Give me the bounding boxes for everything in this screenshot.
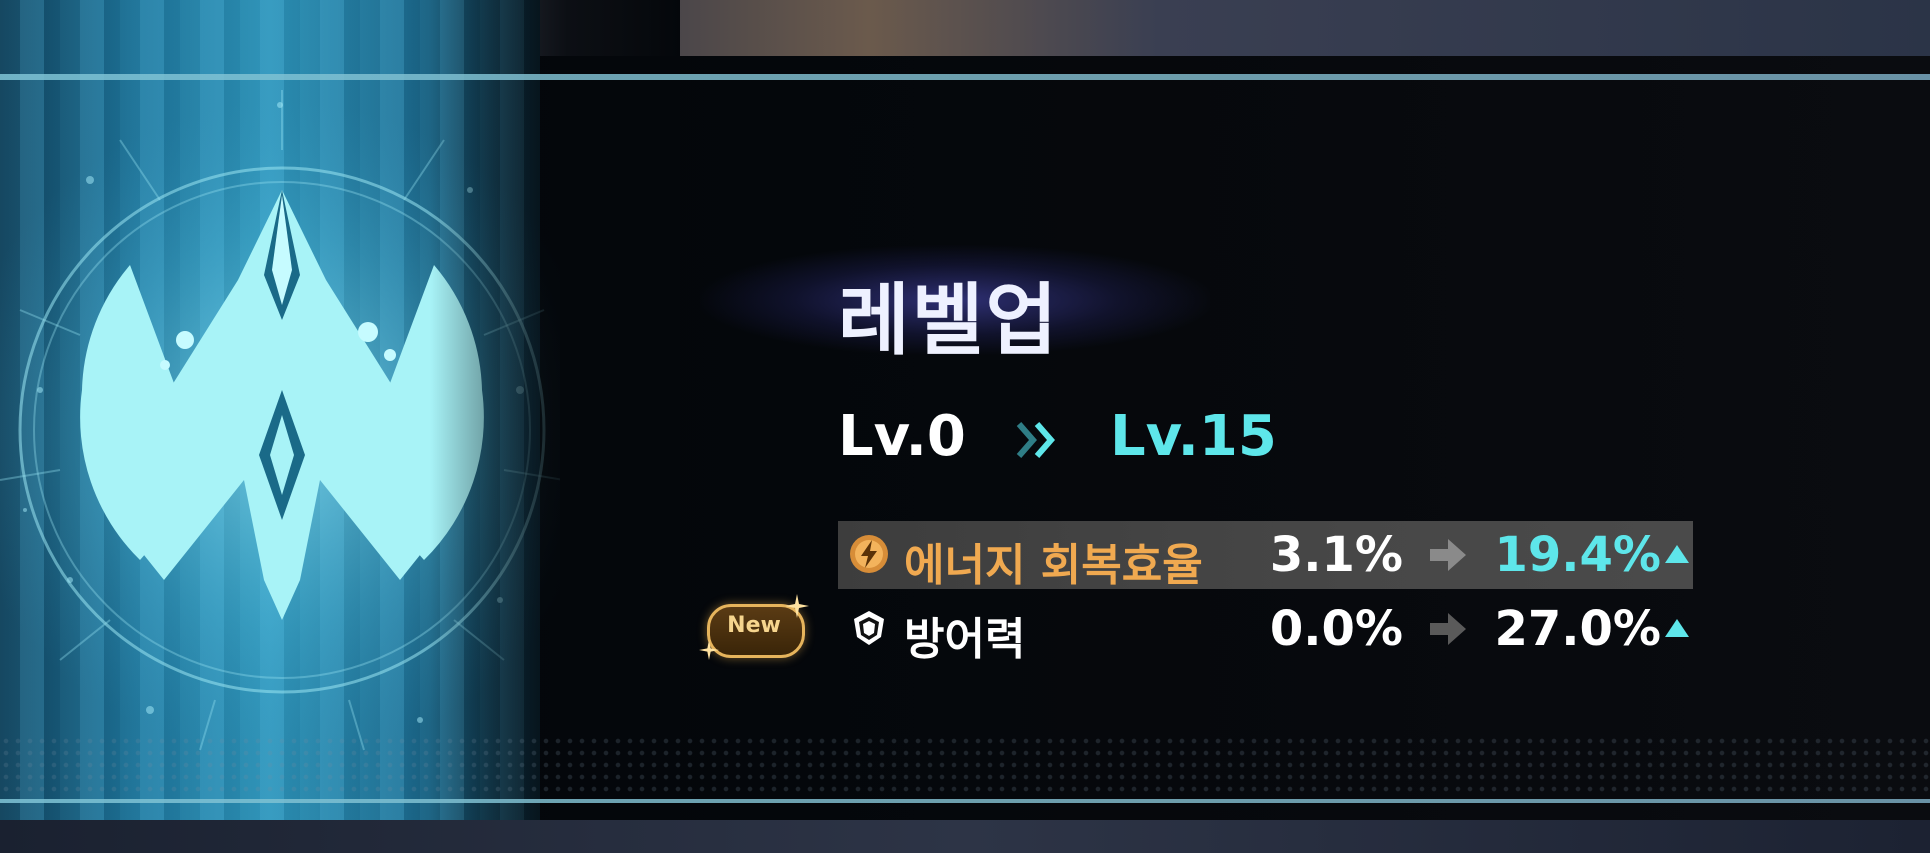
sparkle-icon [785,594,809,618]
page-title: 레벨업 [838,276,1060,366]
stat-row-defense: 방어력 0.0% 27.0% [838,595,1693,665]
stat-to-value: 19.4% [1494,527,1661,583]
stat-row-energy-regen: 에너지 회복효율 3.1% 19.4% [838,521,1693,591]
bottom-background-strip [0,820,1930,853]
sparkle-icon [699,640,719,660]
top-divider-line [0,74,1930,80]
shield-icon [854,611,884,645]
arrow-right-icon [1430,613,1466,645]
stat-to-value: 27.0% [1494,601,1661,657]
emblem-fade [430,0,680,853]
level-up-screen: 레벨업 Lv.0 Lv.15 에너지 회복효율 3.1% 19.4% 방어력 0… [0,0,1930,853]
level-to: Lv.15 [1110,404,1277,469]
stat-from-value: 0.0% [1269,601,1403,657]
double-chevron-right-icon [1016,422,1055,458]
level-from: Lv.0 [838,404,966,469]
dot-pattern [0,735,1930,795]
stat-label: 에너지 회복효율 [904,540,1203,591]
bottom-divider-line [0,799,1930,803]
new-badge: New [699,594,809,660]
stat-from-value: 3.1% [1269,527,1403,583]
arrow-right-icon [1430,539,1466,571]
increase-triangle-icon [1665,619,1689,637]
increase-triangle-icon [1665,545,1689,563]
energy-bolt-icon [850,535,888,573]
stat-label: 방어력 [904,614,1026,665]
